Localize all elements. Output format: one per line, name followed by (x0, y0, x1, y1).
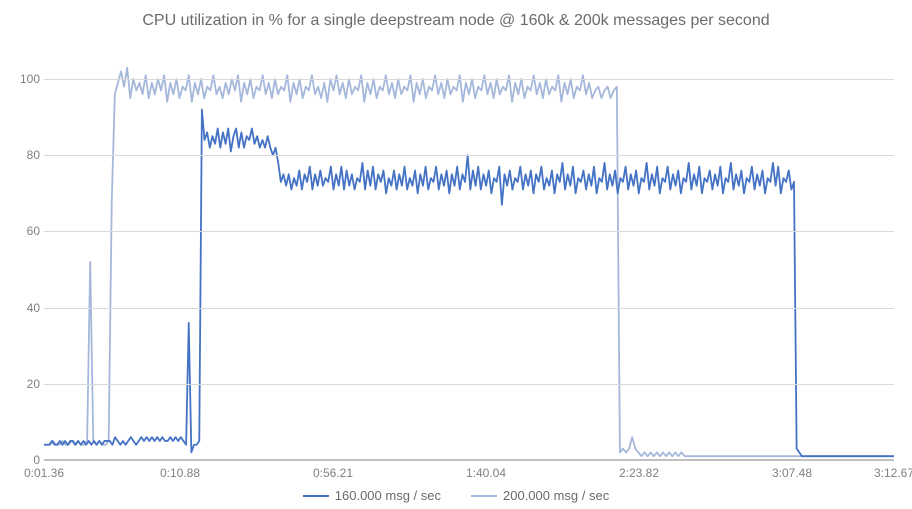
grid-line (44, 384, 894, 385)
legend-label-200k: 200.000 msg / sec (503, 488, 609, 503)
x-tick-label: 0:56.21 (313, 466, 353, 480)
legend-label-160k: 160.000 msg / sec (335, 488, 441, 503)
grid-line (44, 308, 894, 309)
y-tick-label: 40 (10, 301, 40, 315)
chart-lines (44, 60, 894, 460)
grid-line (44, 231, 894, 232)
legend-swatch-160k (303, 495, 329, 497)
chart-legend: 160.000 msg / sec 200.000 msg / sec (0, 488, 912, 503)
cpu-utilization-chart: CPU utilization in % for a single deepst… (0, 0, 912, 509)
x-tick-label: 0:10.88 (160, 466, 200, 480)
y-tick-label: 100 (10, 72, 40, 86)
y-tick-label: 60 (10, 224, 40, 238)
y-tick-label: 80 (10, 148, 40, 162)
plot-area: 0204060801000:01.360:10.880:56.211:40.04… (44, 60, 894, 460)
x-tick-label: 3:12.67 (874, 466, 912, 480)
x-tick-label: 3:07.48 (772, 466, 812, 480)
legend-item-200k: 200.000 msg / sec (471, 488, 609, 503)
series-line (44, 110, 894, 457)
y-tick-label: 20 (10, 377, 40, 391)
x-tick-label: 1:40.04 (466, 466, 506, 480)
series-line (44, 68, 894, 457)
chart-title: CPU utilization in % for a single deepst… (0, 12, 912, 30)
legend-swatch-200k (471, 495, 497, 497)
y-tick-label: 0 (10, 453, 40, 467)
grid-line (44, 79, 894, 80)
legend-item-160k: 160.000 msg / sec (303, 488, 441, 503)
x-tick-label: 0:01.36 (24, 466, 64, 480)
grid-line (44, 155, 894, 156)
grid-line (44, 460, 894, 461)
x-tick-label: 2:23.82 (619, 466, 659, 480)
